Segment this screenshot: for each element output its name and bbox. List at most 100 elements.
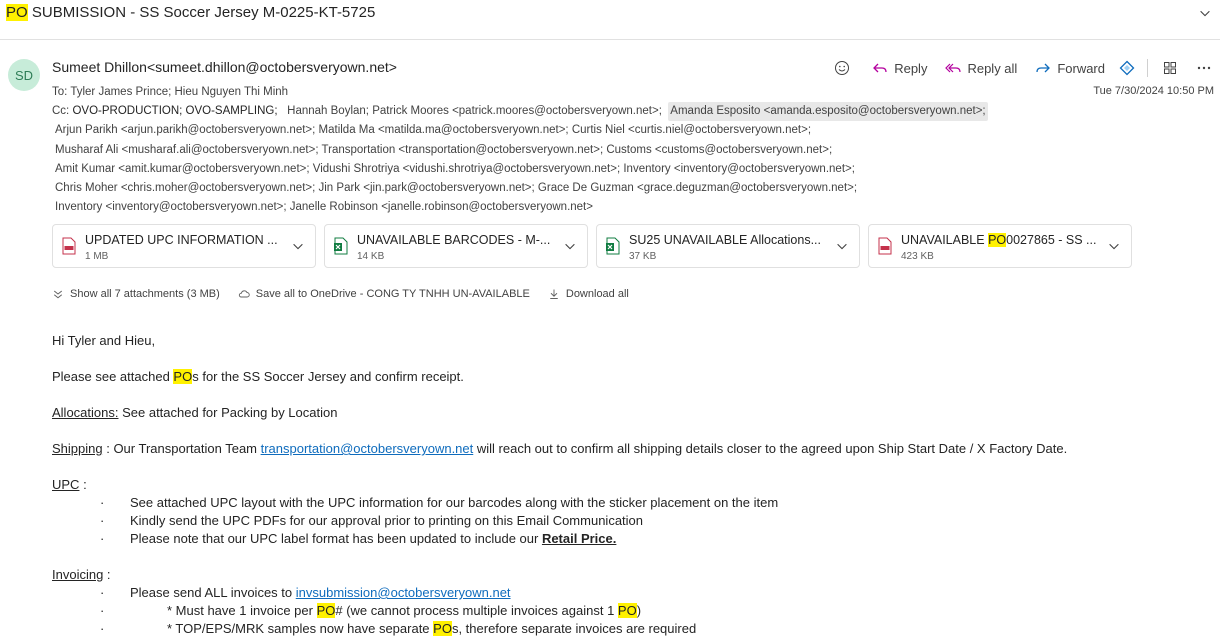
text: s, therefore separate invoices are requi…	[451, 621, 697, 636]
recipients: To: Tyler James Prince; Hieu Nguyen Thi …	[52, 83, 1052, 217]
cc-recipients[interactable]: Hannah Boylan; Patrick Moores <patrick.m…	[287, 102, 662, 121]
attachment-size: 423 KB	[901, 251, 934, 262]
text: Please see attached	[52, 369, 174, 384]
attachments-list: UPDATED UPC INFORMATION ... 1 MB UNAVAIL…	[52, 224, 1132, 268]
divider	[1147, 59, 1148, 77]
cc-recipient-line[interactable]: Musharaf Ali <musharaf.ali@octobersveryo…	[52, 141, 1052, 160]
retail-price-text: Retail Price.	[541, 531, 617, 546]
allocations-label: Allocations:	[52, 405, 119, 420]
transportation-email-link[interactable]: transportation@octobersveryown.net	[261, 441, 474, 456]
excel-icon	[334, 237, 348, 255]
apps-button[interactable]	[1158, 56, 1182, 80]
attachment-card[interactable]: UPDATED UPC INFORMATION ... 1 MB	[52, 224, 316, 268]
reply-button[interactable]: Reply	[872, 60, 927, 76]
cc-recipient-line[interactable]: Inventory <inventory@octobersveryown.net…	[52, 198, 1052, 217]
attachment-name: UPDATED UPC INFORMATION ...	[85, 233, 278, 247]
apps-icon	[1164, 62, 1176, 74]
cc-recipient-chip[interactable]: Amanda Esposito <amanda.esposito@october…	[668, 102, 988, 122]
text: s for the SS Soccer Jersey and confirm r…	[192, 369, 464, 384]
more-actions-button[interactable]	[1192, 56, 1216, 80]
bullet: ·	[100, 603, 105, 618]
bullet: ·	[100, 531, 105, 546]
shipping-label: Shipping	[52, 441, 103, 456]
excel-icon	[606, 237, 620, 255]
cc-line: Cc: OVO-PRODUCTION; OVO-SAMPLING; Hannah…	[52, 102, 1052, 122]
cc-groups[interactable]: OVO-PRODUCTION; OVO-SAMPLING;	[72, 102, 277, 121]
avatar[interactable]: SD	[8, 59, 40, 91]
sender[interactable]: Sumeet Dhillon<sumeet.dhillon@octobersve…	[52, 59, 397, 75]
highlight: PO	[433, 621, 452, 636]
attachment-card[interactable]: UNAVAILABLE BARCODES - M-... 14 KB	[324, 224, 588, 268]
show-all-attachments-button[interactable]: Show all 7 attachments (3 MB)	[52, 288, 220, 300]
cc-recipient-line[interactable]: Arjun Parikh <arjun.parikh@octobersveryo…	[52, 121, 1052, 140]
attachment-name-pre: UNAVAILABLE	[901, 233, 989, 247]
forward-button[interactable]: Forward	[1035, 60, 1105, 76]
invoice-email-link[interactable]: invsubmission@octobersveryown.net	[296, 585, 511, 600]
shipping-paragraph: Shipping : Our Transportation Team trans…	[52, 441, 1067, 456]
upc-list-item: Kindly send the UPC PDFs for our approva…	[130, 513, 644, 528]
reply-all-icon	[945, 63, 962, 73]
email-subject: PO SUBMISSION - SS Soccer Jersey M-0225-…	[6, 4, 375, 21]
copilot-button[interactable]	[1115, 56, 1139, 80]
attachment-name: UNAVAILABLE BARCODES - M-...	[357, 233, 551, 247]
invoicing-list-item: * Must have 1 invoice per PO# (we cannot…	[167, 603, 641, 618]
bullet: ·	[100, 585, 105, 600]
sender-name: Sumeet Dhillon	[52, 59, 147, 75]
upc-label: UPC	[52, 477, 80, 492]
forward-label: Forward	[1057, 60, 1105, 76]
subject-bar: PO SUBMISSION - SS Soccer Jersey M-0225-…	[0, 0, 1220, 40]
save-to-onedrive-button[interactable]: Save all to OneDrive - CONG TY TNHH UN-A…	[238, 288, 530, 300]
attachment-name: UNAVAILABLE PO0027865 - SS ...	[901, 233, 1096, 247]
invoicing-heading: Invoicing :	[52, 567, 111, 582]
chevron-down-icon[interactable]	[835, 239, 849, 253]
reply-all-button[interactable]: Reply all	[945, 60, 1017, 76]
attachment-card[interactable]: UNAVAILABLE PO0027865 - SS ... 423 KB	[868, 224, 1132, 268]
chevron-down-icon[interactable]	[563, 239, 577, 253]
greeting: Hi Tyler and Hieu,	[52, 333, 156, 348]
text: )	[636, 603, 642, 618]
cloud-icon	[238, 290, 250, 298]
bullet: ·	[100, 495, 105, 510]
cc-recipient-line[interactable]: Chris Moher <chris.moher@octobersveryown…	[52, 179, 1052, 198]
invoicing-label: Invoicing	[52, 567, 104, 582]
download-all-label: Download all	[565, 288, 629, 300]
chevron-down-icon[interactable]	[1198, 6, 1212, 20]
text: :	[79, 477, 87, 492]
text: : Our Transportation Team	[102, 441, 261, 456]
highlight: PO	[617, 603, 637, 618]
text: Please send ALL invoices to	[130, 585, 296, 600]
upc-list-item: Please note that our UPC label format ha…	[130, 531, 616, 546]
chevron-down-icon[interactable]	[291, 239, 305, 253]
attachment-name-highlight: PO	[988, 233, 1007, 247]
reply-icon	[873, 63, 887, 73]
attachment-size: 14 KB	[357, 251, 385, 262]
sender-email: <sumeet.dhillon@octobersveryown.net>	[146, 59, 397, 75]
to-line[interactable]: To: Tyler James Prince; Hieu Nguyen Thi …	[52, 83, 1052, 102]
download-icon	[550, 289, 558, 299]
more-icon	[1197, 66, 1211, 70]
reply-all-label: Reply all	[967, 60, 1018, 76]
download-all-button[interactable]: Download all	[548, 288, 629, 300]
chevron-down-icon[interactable]	[1107, 239, 1121, 253]
invoicing-list-item: * TOP/EPS/MRK samples now have separate …	[167, 621, 696, 636]
text: will reach out to confirm all shipping d…	[473, 441, 1068, 456]
cc-recipient-line[interactable]: Amit Kumar <amit.kumar@octobersveryown.n…	[52, 160, 1052, 179]
message-actions: Reply Reply all Forward	[820, 56, 1220, 80]
upc-list-item: See attached UPC layout with the UPC inf…	[130, 495, 779, 510]
bullet: ·	[100, 513, 105, 528]
forward-icon	[1036, 63, 1051, 73]
text: Please note that our UPC label format ha…	[130, 531, 542, 546]
upc-heading: UPC :	[52, 477, 87, 492]
chevron-down-icon	[53, 290, 63, 299]
subject-text: SUBMISSION - SS Soccer Jersey M-0225-KT-…	[27, 4, 376, 21]
cc-label: Cc:	[52, 105, 70, 118]
reply-label: Reply	[894, 60, 928, 76]
text: :	[103, 567, 111, 582]
message-date: Tue 7/30/2024 10:50 PM	[1093, 85, 1214, 97]
pdf-icon	[878, 237, 892, 255]
attachment-name: SU25 UNAVAILABLE Allocations...	[629, 233, 821, 247]
save-onedrive-label: Save all to OneDrive - CONG TY TNHH UN-A…	[255, 288, 530, 300]
body-paragraph: Please see attached POs for the SS Socce…	[52, 369, 464, 384]
attachment-card[interactable]: SU25 UNAVAILABLE Allocations... 37 KB	[596, 224, 860, 268]
emoji-reaction-button[interactable]	[830, 56, 854, 80]
